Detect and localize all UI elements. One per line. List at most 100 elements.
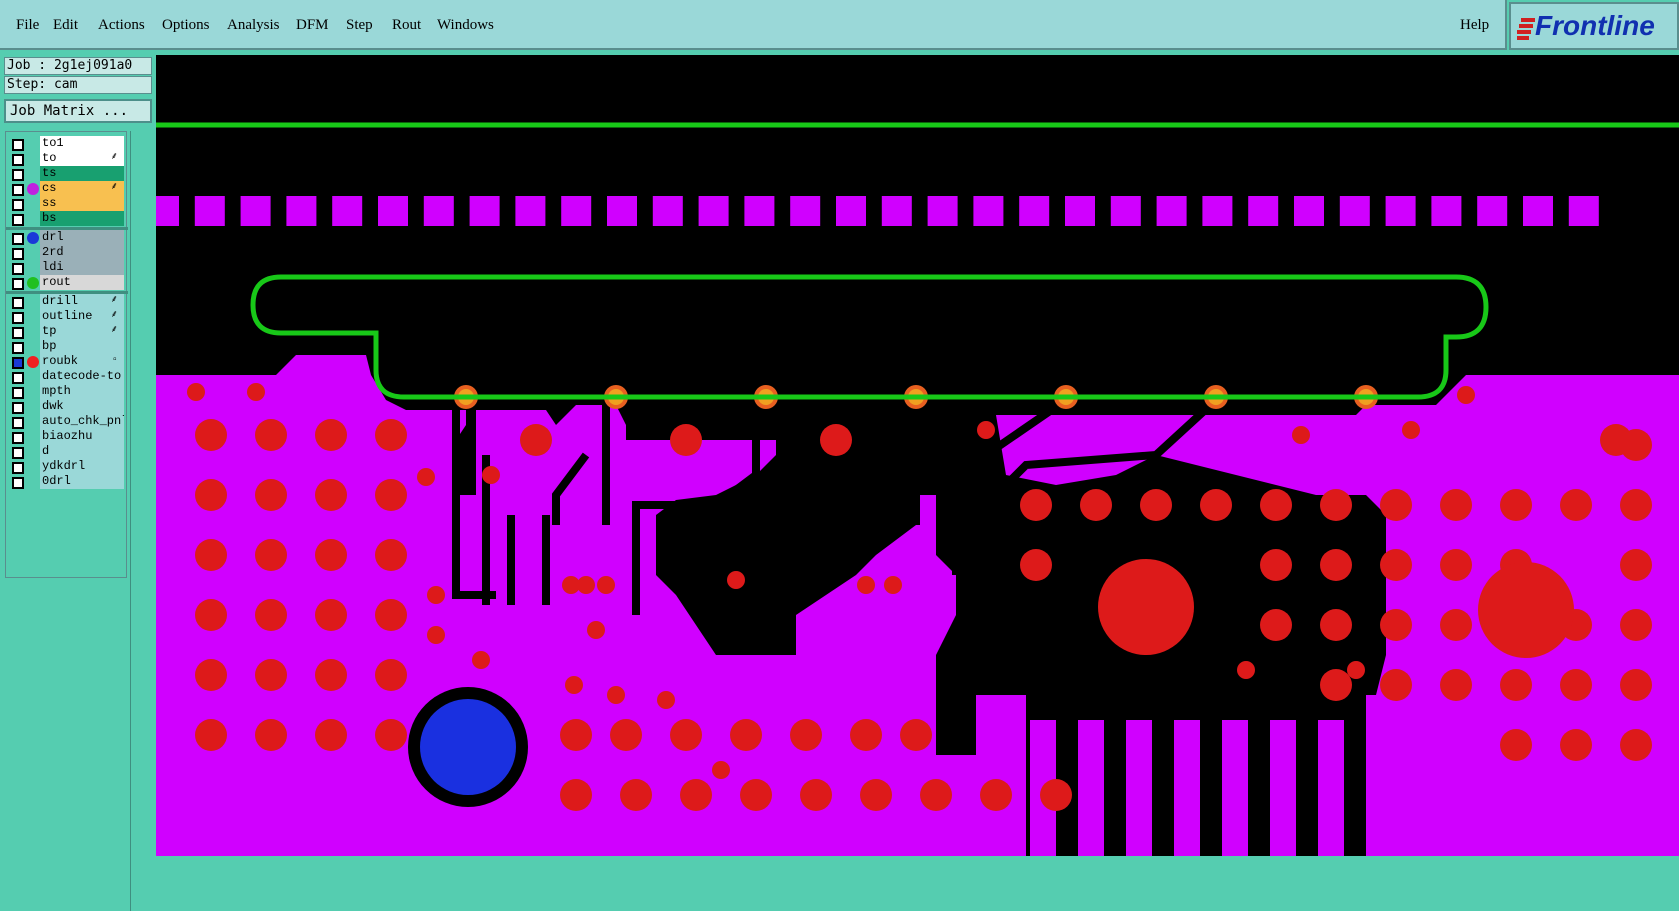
layer-name[interactable]: ts — [40, 166, 124, 181]
layer-checkbox[interactable] — [12, 184, 24, 196]
small-pad — [977, 421, 995, 439]
layer-row-drl[interactable]: drl — [6, 230, 128, 246]
layer-checkbox[interactable] — [12, 372, 24, 384]
layer-row-ldi[interactable]: ldi — [6, 260, 128, 276]
menu-rout[interactable]: Rout — [392, 17, 421, 34]
copper-pad — [255, 719, 287, 751]
layer-name[interactable]: roubk ▫ — [40, 354, 124, 369]
layer-row-ts[interactable]: ts — [6, 166, 128, 182]
layer-name[interactable]: auto_chk_pnl — [40, 414, 124, 429]
layer-checkbox[interactable] — [12, 278, 24, 290]
layer-checkbox[interactable] — [12, 312, 24, 324]
layer-checkbox[interactable] — [12, 263, 24, 275]
layer-checkbox[interactable] — [12, 169, 24, 181]
layer-name[interactable]: rout — [40, 275, 124, 290]
layer-row-bs[interactable]: bs — [6, 211, 128, 227]
layer-checkbox[interactable] — [12, 248, 24, 260]
layer-row-auto-chk-pnl[interactable]: auto_chk_pnl — [6, 414, 128, 430]
layer-checkbox[interactable] — [12, 432, 24, 444]
layer-name[interactable]: to1 — [40, 136, 124, 151]
layer-name[interactable]: datecode-to — [40, 369, 124, 384]
job-matrix-button[interactable]: Job Matrix ... — [4, 99, 152, 123]
menu-actions[interactable]: Actions — [98, 17, 145, 34]
layer-checkbox[interactable] — [12, 477, 24, 489]
layer-name[interactable]: 0drl — [40, 474, 124, 489]
layer-checkbox[interactable] — [12, 357, 24, 369]
layer-row-d[interactable]: d — [6, 444, 128, 460]
menu-edit[interactable]: Edit — [53, 17, 78, 34]
layer-checkbox[interactable] — [12, 447, 24, 459]
layer-name[interactable]: bp — [40, 339, 124, 354]
layer-name[interactable]: drl — [40, 230, 124, 245]
layer-row-dwk[interactable]: dwk — [6, 399, 128, 415]
layer-row-ydkdrl[interactable]: ydkdrl — [6, 459, 128, 475]
layer-row-tp[interactable]: tp ⸙ — [6, 324, 128, 340]
layer-checkbox[interactable] — [12, 327, 24, 339]
layer-name[interactable]: drill ⸙ — [40, 294, 124, 309]
smd-pad — [790, 196, 821, 226]
copper-pad — [790, 719, 822, 751]
layer-row-rout[interactable]: rout — [6, 275, 128, 291]
large-pad — [1478, 562, 1574, 658]
layer-checkbox[interactable] — [12, 214, 24, 226]
layer-row-to[interactable]: to ⸙ — [6, 151, 128, 167]
layer-checkbox[interactable] — [12, 139, 24, 151]
menu-dfm[interactable]: DFM — [296, 17, 329, 34]
layer-name[interactable]: outline ⸙ — [40, 309, 124, 324]
layer-row-outline[interactable]: outline ⸙ — [6, 309, 128, 325]
layer-row-bp[interactable]: bp — [6, 339, 128, 355]
layer-row-datecode-to[interactable]: datecode-to — [6, 369, 128, 385]
menu-windows[interactable]: Windows — [437, 17, 494, 34]
layer-checkbox[interactable] — [12, 342, 24, 354]
pcb-view — [156, 122, 1679, 856]
small-pad — [884, 576, 902, 594]
layer-name[interactable]: dwk — [40, 399, 124, 414]
smd-pad — [1385, 196, 1416, 226]
menu-file[interactable]: File — [16, 17, 39, 34]
copper-pad — [1560, 729, 1592, 761]
copper-pad — [255, 599, 287, 631]
layer-name[interactable]: bs — [40, 211, 124, 226]
layer-checkbox[interactable] — [12, 297, 24, 309]
layer-checkbox[interactable] — [12, 233, 24, 245]
layer-row-cs[interactable]: cs ⸙ — [6, 181, 128, 197]
layer-row-drill[interactable]: drill ⸙ — [6, 294, 128, 310]
layer-row-2rd[interactable]: 2rd — [6, 245, 128, 261]
menu-options[interactable]: Options — [162, 17, 210, 34]
layer-row-ss[interactable]: ss — [6, 196, 128, 212]
layer-checkbox[interactable] — [12, 387, 24, 399]
layer-affected-icon: ⸙ — [110, 310, 119, 321]
layer-checkbox[interactable] — [12, 199, 24, 211]
layer-row-0drl[interactable]: 0drl — [6, 474, 128, 490]
layer-row-biaozhu[interactable]: biaozhu — [6, 429, 128, 445]
copper-pad — [1260, 609, 1292, 641]
menu-analysis[interactable]: Analysis — [227, 17, 280, 34]
small-pad — [597, 576, 615, 594]
layer-name[interactable]: ss — [40, 196, 124, 211]
copper-pad — [900, 719, 932, 751]
copper-pad — [1260, 489, 1292, 521]
layer-row-roubk[interactable]: roubk ▫ — [6, 354, 128, 370]
layer-name[interactable]: cs ⸙ — [40, 181, 124, 196]
layer-name[interactable]: ydkdrl — [40, 459, 124, 474]
menu-step[interactable]: Step — [346, 17, 373, 34]
layer-name[interactable]: 2rd — [40, 245, 124, 260]
layer-name[interactable]: biaozhu — [40, 429, 124, 444]
copper-pad — [1500, 489, 1532, 521]
layer-checkbox[interactable] — [12, 402, 24, 414]
layer-row-mpth[interactable]: mpth — [6, 384, 128, 400]
layer-name[interactable]: tp ⸙ — [40, 324, 124, 339]
layer-row-to1[interactable]: to1 — [6, 136, 128, 152]
layer-name[interactable]: to ⸙ — [40, 151, 124, 166]
layer-name[interactable]: ldi — [40, 260, 124, 275]
layer-name[interactable]: d — [40, 444, 124, 459]
smd-pad — [836, 196, 866, 226]
layer-name[interactable]: mpth — [40, 384, 124, 399]
layer-checkbox[interactable] — [12, 417, 24, 429]
menu-help[interactable]: Help — [1460, 17, 1489, 34]
layer-checkbox[interactable] — [12, 154, 24, 166]
smd-pad — [286, 196, 317, 226]
graphic-canvas[interactable] — [156, 55, 1679, 856]
layer-scrollbar[interactable] — [130, 131, 153, 911]
layer-checkbox[interactable] — [12, 462, 24, 474]
